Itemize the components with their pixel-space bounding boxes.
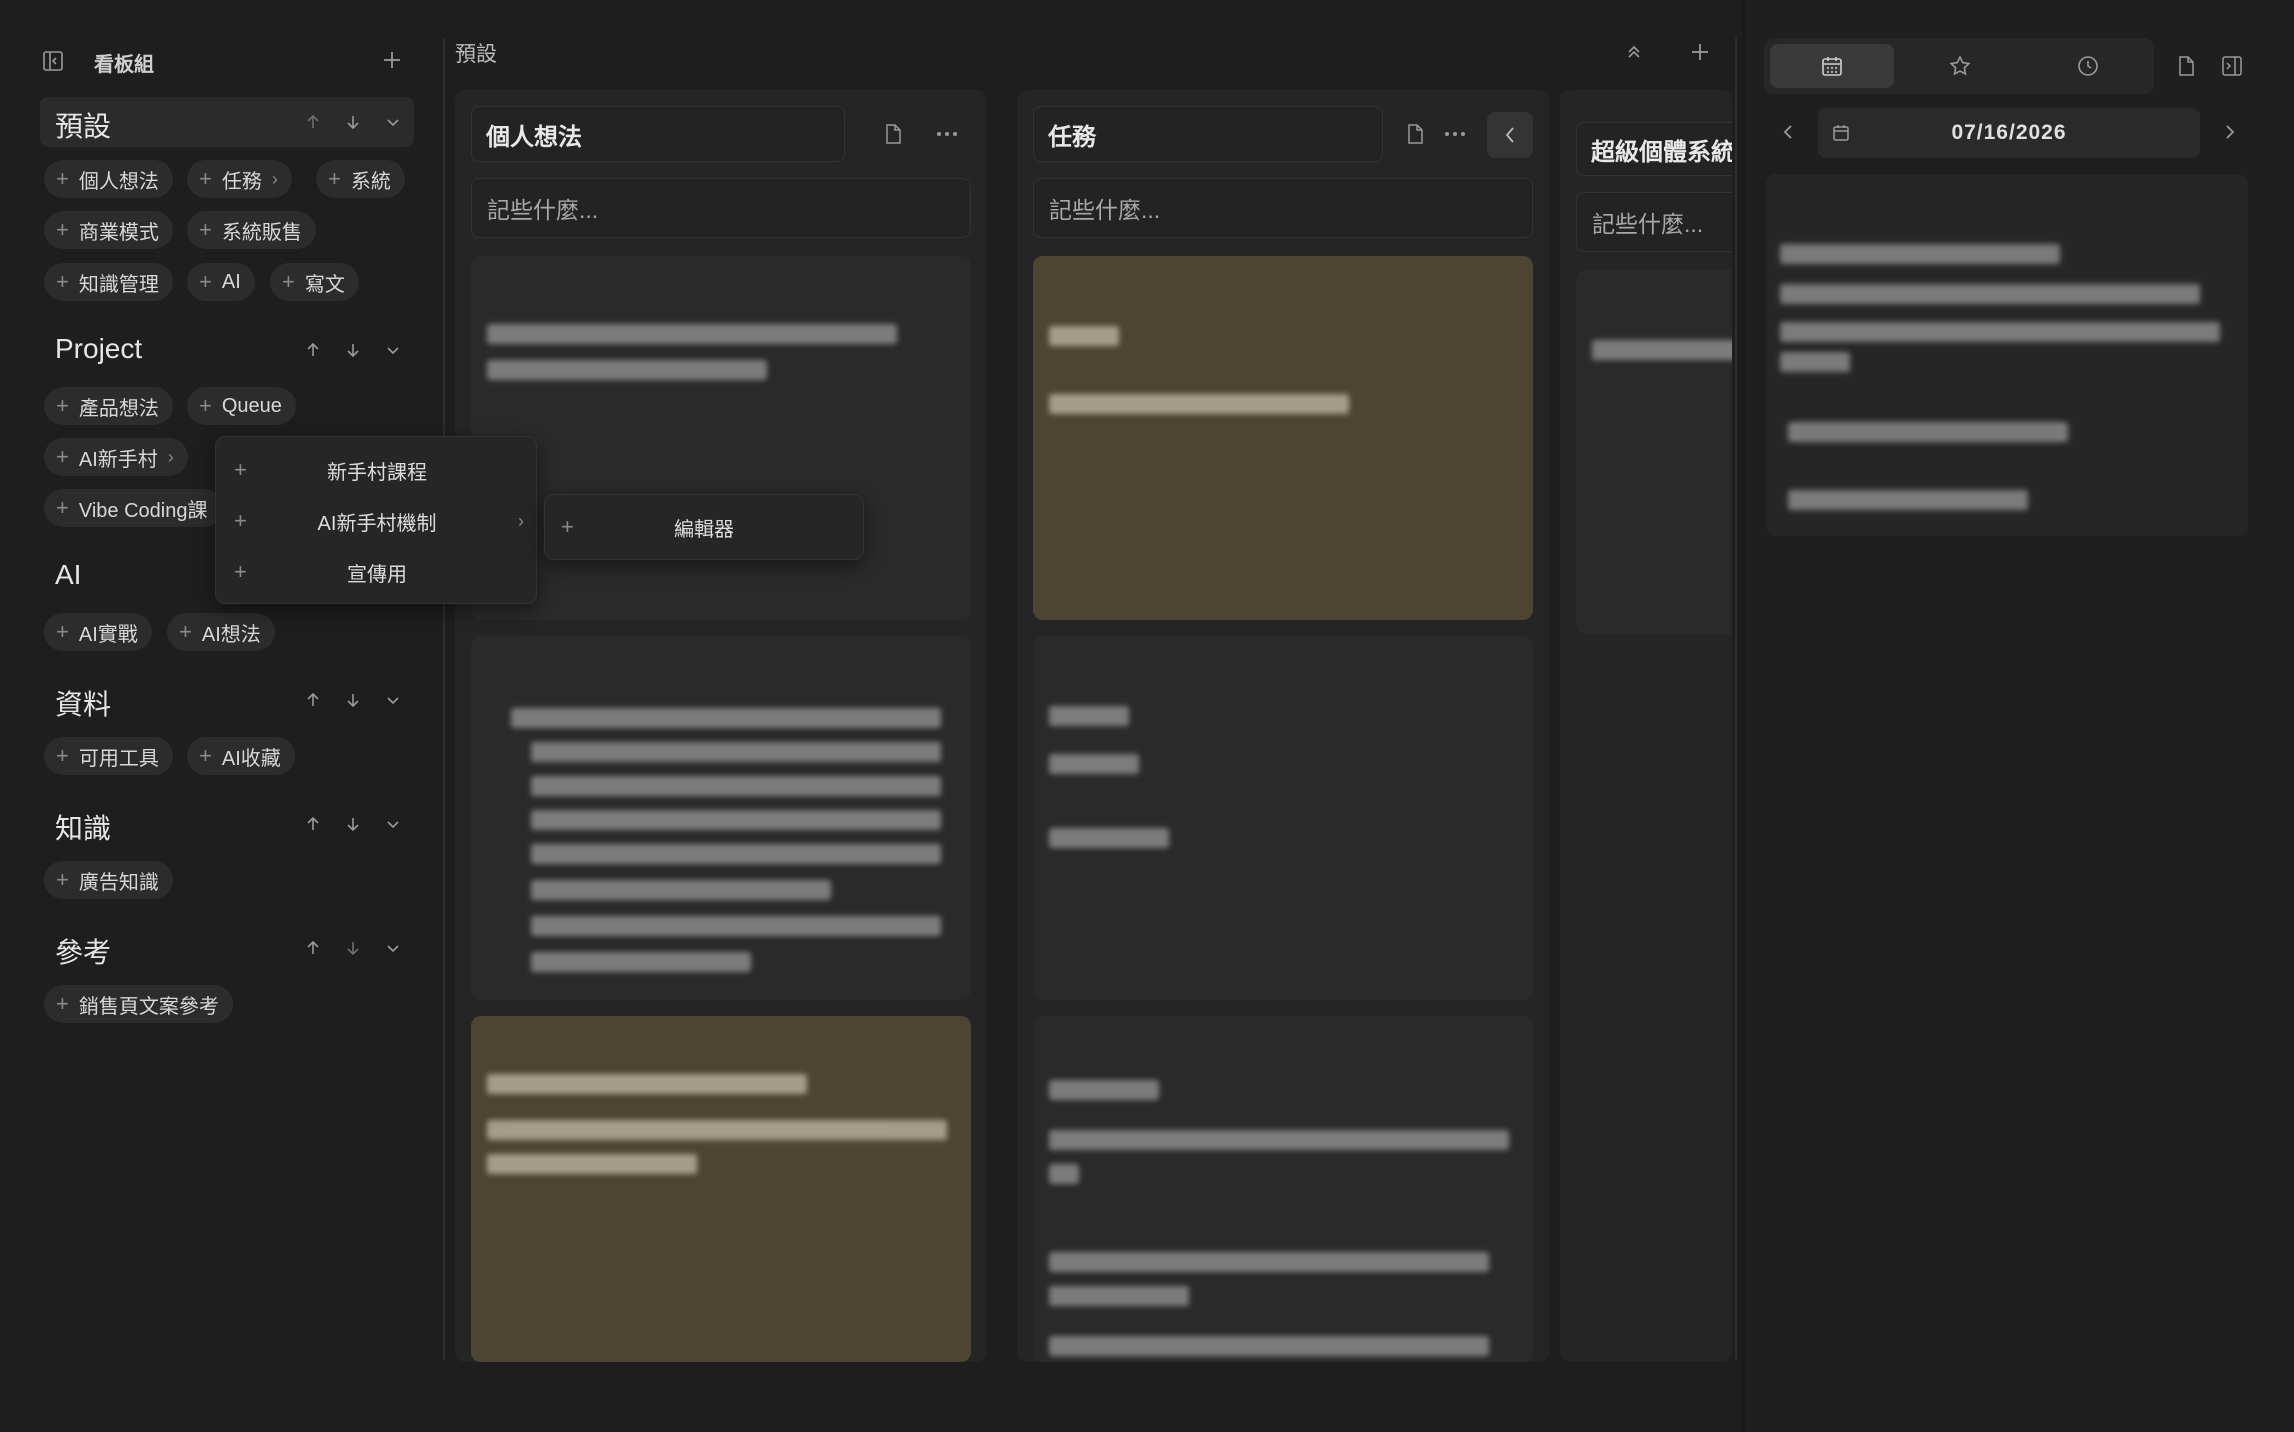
move-down-icon[interactable] bbox=[340, 935, 366, 961]
column-title[interactable]: 個人想法 bbox=[471, 106, 845, 162]
group-name: 參考 bbox=[55, 937, 112, 968]
chevron-down-icon[interactable] bbox=[380, 337, 406, 363]
file-icon[interactable] bbox=[877, 118, 909, 150]
file-icon[interactable] bbox=[1399, 118, 1431, 150]
menu-item-newbie-course[interactable]: + 新手村課程 bbox=[216, 445, 538, 495]
note-input[interactable]: 記些什麼... bbox=[1576, 192, 1732, 252]
calendar-icon[interactable] bbox=[1828, 120, 1854, 146]
right-panel-tabs bbox=[1764, 38, 2154, 94]
add-board-group-button[interactable] bbox=[376, 44, 408, 76]
group-name: 知識 bbox=[55, 813, 112, 844]
chip-tasks[interactable]: + 任務 › bbox=[187, 160, 292, 198]
file-icon[interactable] bbox=[2170, 50, 2202, 82]
collapse-all-icon[interactable] bbox=[1618, 36, 1650, 68]
chip-ai[interactable]: + AI bbox=[187, 263, 255, 301]
sidebar: 看板組 預設 + 個人想法 + 任務 › + 系統 + 商業模式 + 系統販售 + 知識管理 … bbox=[0, 0, 444, 1432]
group-header-reference[interactable]: 參考 bbox=[40, 923, 414, 973]
move-up-icon[interactable] bbox=[300, 935, 326, 961]
chip-sales-page-copy[interactable]: + 銷售頁文案參考 bbox=[44, 985, 233, 1023]
sidebar-toggle-icon[interactable] bbox=[38, 46, 68, 76]
move-down-icon[interactable] bbox=[340, 337, 366, 363]
calendar-icon[interactable] bbox=[1770, 44, 1894, 88]
chip-knowledge-management[interactable]: + 知識管理 bbox=[44, 263, 173, 301]
move-down-icon[interactable] bbox=[340, 109, 366, 135]
add-column-button[interactable] bbox=[1684, 36, 1716, 68]
card[interactable] bbox=[471, 256, 971, 620]
chip-personal-ideas[interactable]: + 個人想法 bbox=[44, 160, 173, 198]
chip-ai-ideas[interactable]: + AI想法 bbox=[167, 613, 275, 651]
card[interactable] bbox=[1576, 270, 1732, 634]
group-name: Project bbox=[55, 333, 143, 364]
chip-available-tools[interactable]: + 可用工具 bbox=[44, 737, 173, 775]
nested-submenu[interactable]: + 編輯器 bbox=[544, 494, 864, 560]
chip-product-ideas[interactable]: + 產品想法 bbox=[44, 387, 173, 425]
chip-ai-collection[interactable]: + AI收藏 bbox=[187, 737, 295, 775]
clock-icon[interactable] bbox=[2026, 44, 2150, 88]
group-header-default[interactable]: 預設 bbox=[40, 97, 414, 147]
chip-ad-knowledge[interactable]: + 廣告知識 bbox=[44, 861, 173, 899]
daily-note-card[interactable] bbox=[1766, 174, 2248, 536]
chip-queue[interactable]: + Queue bbox=[187, 387, 296, 425]
chevron-left-icon[interactable] bbox=[1772, 116, 1804, 148]
sidebar-divider[interactable] bbox=[443, 38, 445, 1360]
right-panel-divider[interactable] bbox=[1735, 38, 1737, 1360]
group-name: 預設 bbox=[55, 111, 112, 142]
chip-system-sales[interactable]: + 系統販售 bbox=[187, 211, 316, 249]
panel-toggle-icon[interactable] bbox=[2216, 50, 2248, 82]
submenu: + 新手村課程 + AI新手村機制 › + 宣傳用 bbox=[215, 436, 537, 604]
move-up-icon[interactable] bbox=[300, 811, 326, 837]
column-personal-ideas: 個人想法 記些什麼... bbox=[455, 90, 987, 1362]
menu-item-promotion[interactable]: + 宣傳用 bbox=[216, 547, 538, 597]
move-up-icon[interactable] bbox=[300, 109, 326, 135]
chevron-right-icon[interactable] bbox=[2214, 116, 2246, 148]
chevron-left-icon[interactable] bbox=[1487, 112, 1533, 158]
group-header-knowledge[interactable]: 知識 bbox=[40, 799, 414, 849]
move-down-icon[interactable] bbox=[340, 687, 366, 713]
group-name: 資料 bbox=[55, 689, 112, 720]
menu-item-ai-newbie-mechanism[interactable]: + AI新手村機制 › bbox=[216, 496, 538, 546]
group-header-project[interactable]: Project bbox=[40, 325, 414, 375]
chip-ai-newbie-village[interactable]: + AI新手村 › bbox=[44, 438, 188, 476]
chevron-down-icon[interactable] bbox=[380, 687, 406, 713]
group-header-data[interactable]: 資料 bbox=[40, 675, 414, 725]
more-icon[interactable] bbox=[1439, 118, 1471, 150]
column-title[interactable]: 超級個體系統 bbox=[1576, 122, 1732, 176]
note-input[interactable]: 記些什麼... bbox=[1033, 178, 1533, 238]
star-icon[interactable] bbox=[1898, 44, 2022, 88]
group-name: AI bbox=[55, 559, 82, 590]
chevron-down-icon[interactable] bbox=[380, 935, 406, 961]
column-tasks: 任務 記些什麼... bbox=[1017, 90, 1549, 1362]
card[interactable] bbox=[1033, 1016, 1533, 1362]
move-up-icon[interactable] bbox=[300, 687, 326, 713]
move-up-icon[interactable] bbox=[300, 337, 326, 363]
card-highlighted[interactable] bbox=[1033, 256, 1533, 620]
chip-writing[interactable]: + 寫文 bbox=[270, 263, 359, 301]
move-down-icon[interactable] bbox=[340, 811, 366, 837]
chip-vibe-coding[interactable]: + Vibe Coding課 bbox=[44, 489, 224, 527]
card-highlighted[interactable] bbox=[471, 1016, 971, 1362]
chevron-down-icon[interactable] bbox=[380, 109, 406, 135]
note-input[interactable]: 記些什麼... bbox=[471, 178, 971, 238]
sidebar-title: 看板組 bbox=[94, 54, 154, 76]
date-display[interactable]: 07/16/2026 bbox=[1818, 108, 2200, 158]
board-title: 預設 bbox=[455, 43, 497, 66]
chip-ai-practice[interactable]: + AI實戰 bbox=[44, 613, 152, 651]
column-super-individual-system: 超級個體系統 記些什麼... bbox=[1560, 90, 1732, 1362]
chip-business-model[interactable]: + 商業模式 bbox=[44, 211, 173, 249]
menu-item-editor[interactable]: 編輯器 bbox=[545, 513, 863, 542]
card[interactable] bbox=[471, 636, 971, 1000]
column-title[interactable]: 任務 bbox=[1033, 106, 1383, 162]
chevron-down-icon[interactable] bbox=[380, 811, 406, 837]
more-icon[interactable] bbox=[931, 118, 963, 150]
card[interactable] bbox=[1033, 636, 1533, 1000]
chip-system[interactable]: + 系統 bbox=[316, 160, 405, 198]
